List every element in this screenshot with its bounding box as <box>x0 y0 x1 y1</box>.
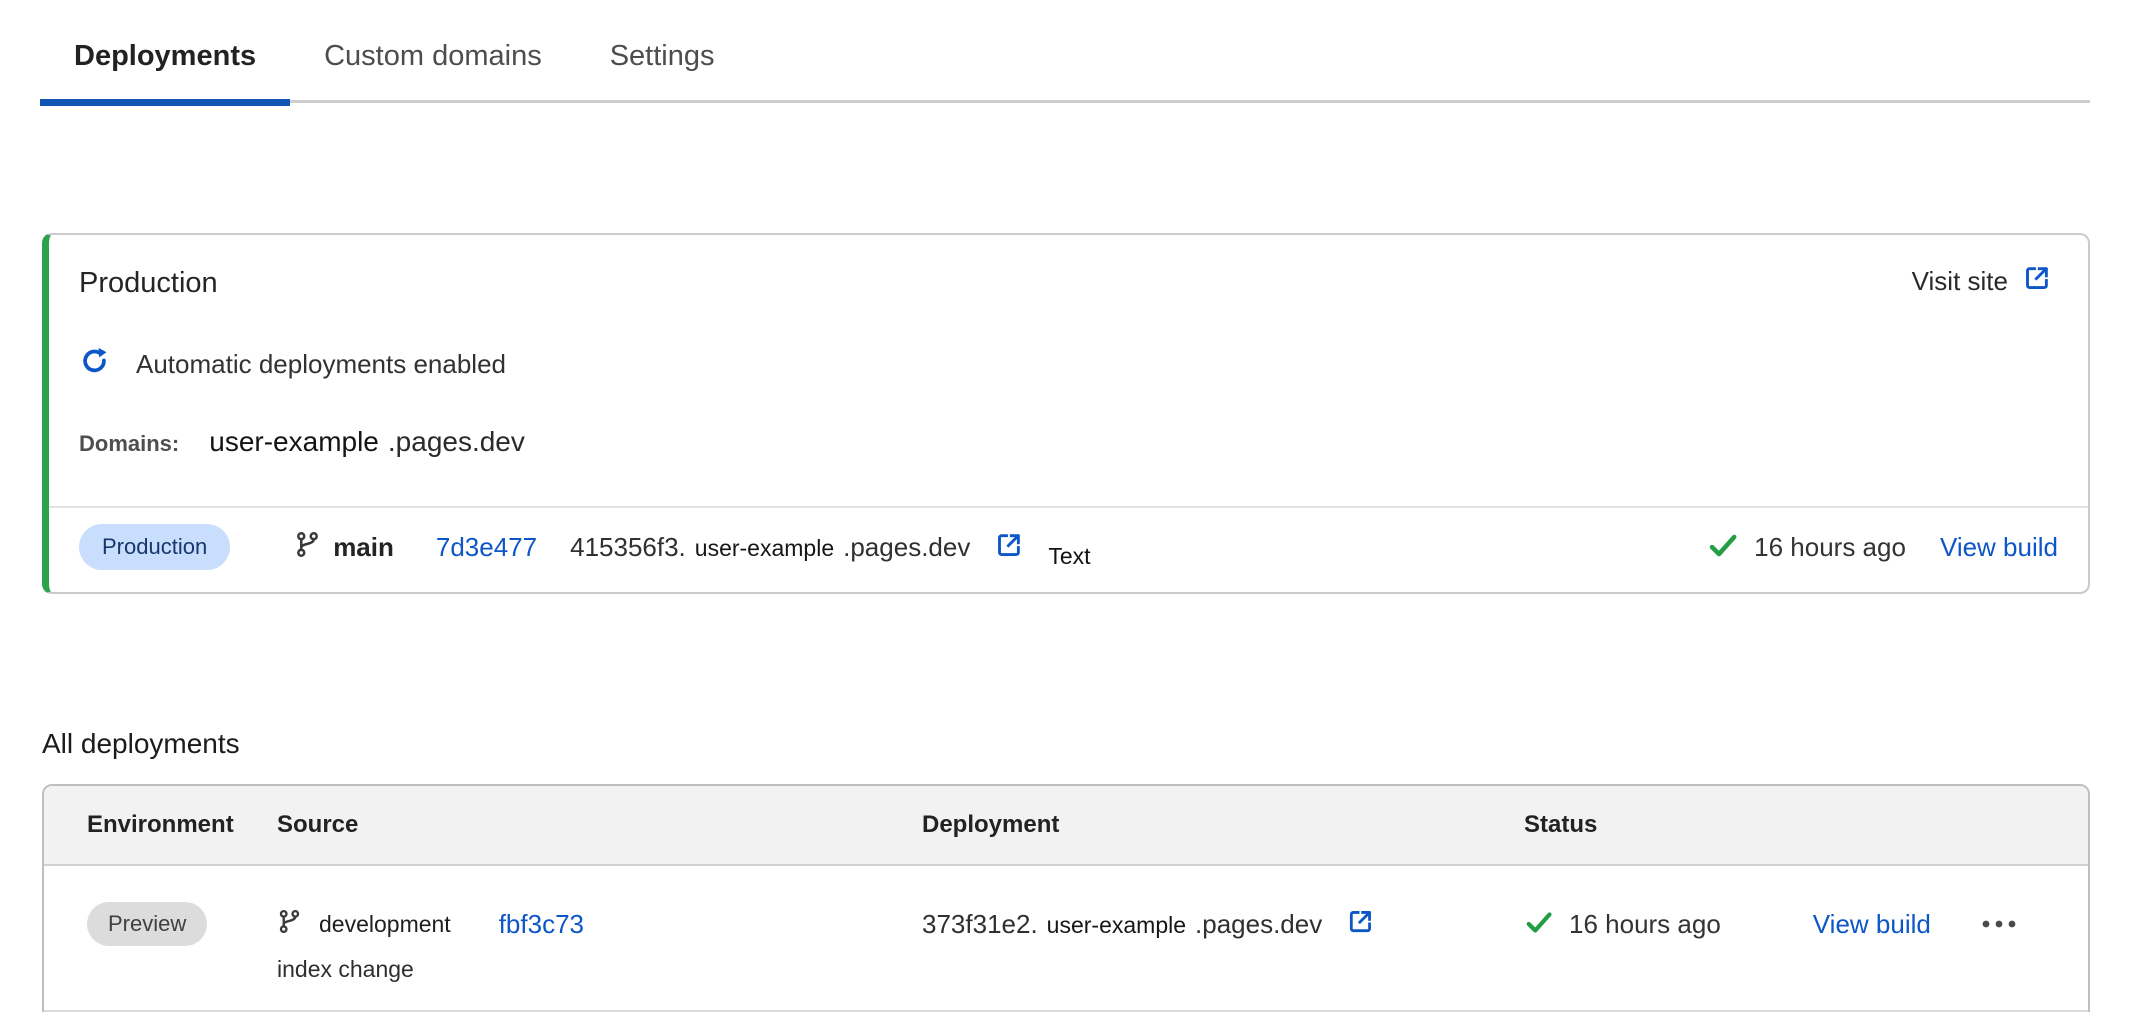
view-build-link[interactable]: View build <box>1940 532 2058 563</box>
deployment-url-prefix: 373f31e2. <box>922 909 1038 940</box>
column-header-source: Source <box>277 811 922 839</box>
refresh-icon <box>79 345 110 383</box>
external-link-icon[interactable] <box>994 530 1024 565</box>
production-card: Production Visit site Automa <box>42 233 2090 594</box>
all-deployments-title: All deployments <box>42 724 2090 764</box>
deployment-url-name: user-example <box>1047 912 1186 939</box>
visit-site-link[interactable]: Visit site <box>1912 263 2052 300</box>
tab-custom-domains[interactable]: Custom domains <box>290 36 576 100</box>
production-card-title: Production <box>79 263 218 303</box>
overflow-menu-icon[interactable] <box>1980 917 2018 931</box>
deployment-url-name: user-example <box>695 535 834 562</box>
deployment-url-suffix: .pages.dev <box>1195 909 1322 940</box>
source-cell: development fbf3c73 index change <box>277 902 922 984</box>
environment-badge: Production <box>79 524 230 570</box>
table-row: Preview development fbf3c73 index change <box>44 866 2088 1010</box>
commit-message: Text <box>1048 543 1090 570</box>
production-deployment-row: Production main 7d3e477 415356f3. user-e… <box>49 508 2088 592</box>
branch-name: development <box>319 911 451 938</box>
table-header-row: Environment Source Deployment Status <box>44 786 2088 866</box>
check-icon <box>1524 907 1554 942</box>
deployment-url: 373f31e2. user-example .pages.dev <box>922 909 1322 940</box>
tab-settings[interactable]: Settings <box>576 36 749 100</box>
visit-site-label: Visit site <box>1912 266 2008 297</box>
commit-sha-link[interactable]: fbf3c73 <box>499 909 584 940</box>
deployment-url-suffix: .pages.dev <box>843 532 970 563</box>
deployment-cell: 373f31e2. user-example .pages.dev <box>922 902 1524 946</box>
domain-suffix: .pages.dev <box>388 426 525 458</box>
git-branch-icon <box>294 530 321 564</box>
deploy-time: 16 hours ago <box>1754 532 1906 563</box>
auto-deployments-text: Automatic deployments enabled <box>136 349 506 380</box>
deployments-table: Environment Source Deployment Status Pre… <box>42 784 2090 1012</box>
commit-sha-link[interactable]: 7d3e477 <box>436 532 537 563</box>
column-header-environment: Environment <box>87 811 277 839</box>
domains-label: Domains: <box>79 431 179 457</box>
tab-bar: Deployments Custom domains Settings <box>40 0 2090 103</box>
deployment-url-prefix: 415356f3. <box>570 532 686 563</box>
external-link-icon[interactable] <box>1346 907 1375 941</box>
environment-cell: Preview <box>87 902 277 946</box>
external-link-icon <box>2022 263 2052 300</box>
domain-name: user-example <box>209 426 379 458</box>
column-header-deployment: Deployment <box>922 811 1524 839</box>
view-build-link[interactable]: View build <box>1813 909 1931 940</box>
check-icon <box>1707 529 1739 566</box>
commit-message: index change <box>277 954 922 984</box>
git-branch-icon <box>277 908 302 940</box>
status-cell: 16 hours ago View build <box>1524 902 2052 946</box>
column-header-status: Status <box>1524 811 2052 839</box>
environment-badge: Preview <box>87 902 207 946</box>
branch-name: main <box>333 532 394 563</box>
deployment-url: 415356f3. user-example .pages.dev <box>570 532 970 563</box>
deploy-time: 16 hours ago <box>1569 909 1721 940</box>
tab-deployments[interactable]: Deployments <box>40 36 290 100</box>
